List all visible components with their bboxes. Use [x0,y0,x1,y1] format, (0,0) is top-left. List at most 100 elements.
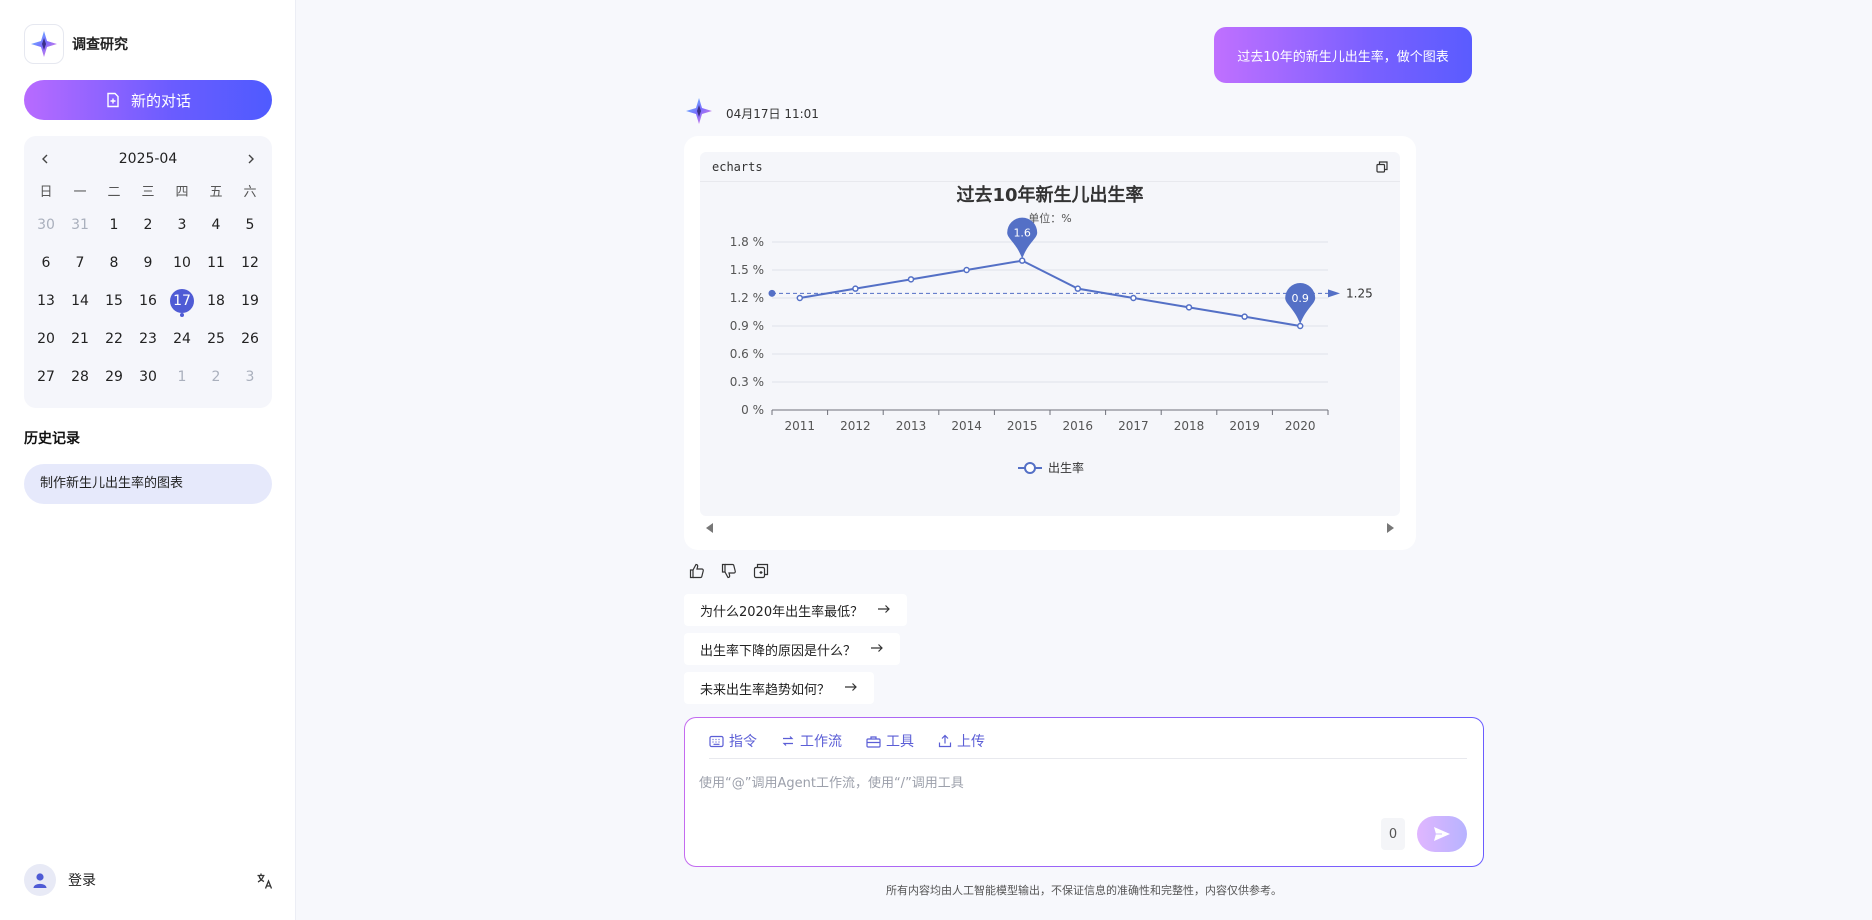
calendar-day-number: 1 [109,217,119,233]
calendar-day[interactable]: 18 [199,282,233,320]
tools-tool-button[interactable]: 工具 [866,731,914,751]
calendar-weekday: 三 [141,185,155,200]
calendar-day-number: 4 [211,217,221,233]
suggestion-chip[interactable]: 未来出生率趋势如何？ [684,672,875,704]
calendar-day[interactable]: 4 [199,206,233,244]
calendar-day-today[interactable]: 17 [165,282,199,320]
calendar-day[interactable]: 14 [63,282,97,320]
calendar-day[interactable]: 1 [97,206,131,244]
calendar-day[interactable]: 9 [131,244,165,282]
calendar-day-number: 7 [75,255,85,271]
horizontal-scroll [700,518,1400,538]
calendar-day[interactable]: 23 [131,320,165,358]
calendar-day[interactable]: 15 [97,282,131,320]
login-button[interactable]: 登录 [24,864,96,896]
workflow-tool-button[interactable]: 工作流 [781,731,842,751]
suggestion-chip[interactable]: 为什么2020年出生率最低？ [684,594,908,626]
calendar-day[interactable]: 26 [233,320,267,358]
calendar-day-number: 2 [211,369,221,385]
new-document-icon [105,92,121,108]
calendar-day[interactable]: 30 [29,206,63,244]
history-item[interactable]: 制作新生儿出生率的图表 [24,464,272,504]
calendar-day-number: 31 [71,217,89,233]
calendar-day[interactable]: 16 [131,282,165,320]
calendar-day-number: 15 [105,293,123,309]
calendar-day[interactable]: 3 [233,358,267,396]
calendar-day[interactable]: 1 [165,358,199,396]
y-tick-label: 1.2 % [730,291,764,305]
calendar-day[interactable]: 27 [29,358,63,396]
calendar-day[interactable]: 21 [63,320,97,358]
new-chat-button[interactable]: 新的对话 [24,80,272,120]
calendar-day[interactable]: 22 [97,320,131,358]
scroll-right-icon[interactable] [1382,520,1398,536]
y-tick-label: 0.3 % [730,375,764,389]
copy-icon[interactable] [1376,160,1388,173]
calendar-day[interactable]: 2 [131,206,165,244]
calendar-day[interactable]: 3 [165,206,199,244]
upload-tool-label: 上传 [957,734,985,750]
calendar-day[interactable]: 13 [29,282,63,320]
translate-icon[interactable] [256,872,274,890]
calendar-day-number: 27 [37,369,55,385]
thumbs-up-icon[interactable] [686,560,708,582]
calendar: 2025-04 日一二三四五六 30 31 1 2 3 4 5 6 7 8 9 10 11 12 13 14 15… [24,136,272,408]
calendar-day-number: 23 [139,331,157,347]
calendar-day[interactable]: 28 [63,358,97,396]
thumbs-down-icon[interactable] [718,560,740,582]
mark-line-arrow [1328,289,1340,298]
calendar-next-month-button[interactable] [240,148,262,170]
x-tick-label: 2011 [785,419,816,433]
calendar-day-number: 14 [71,293,89,309]
calendar-day[interactable]: 11 [199,244,233,282]
calendar-day[interactable]: 30 [131,358,165,396]
calendar-day[interactable]: 24 [165,320,199,358]
calendar-day-number: 6 [41,255,51,271]
calendar-day[interactable]: 5 [233,206,267,244]
calendar-day[interactable]: 7 [63,244,97,282]
chart-message-card: echarts 过去10年新生儿出生率 单位：% 0 % 0.3 % 0.6 % 0.9 … [684,136,1416,550]
calendar-day[interactable]: 2 [199,358,233,396]
calendar-day-number: 13 [37,293,55,309]
upload-tool-button[interactable]: 上传 [938,731,985,751]
message-input[interactable] [699,770,1459,796]
calendar-day[interactable]: 20 [29,320,63,358]
tools-tool-label: 工具 [886,734,914,750]
calendar-day-number: 8 [109,255,119,271]
suggestion-label: 为什么2020年出生率最低？ [700,604,864,620]
command-tool-button[interactable]: 指令 [709,731,757,751]
calendar-day[interactable]: 6 [29,244,63,282]
calendar-day[interactable]: 10 [165,244,199,282]
disclaimer: 所有内容均由人工智能模型输出，不保证信息的准确性和完整性，内容仅供参考。 [886,884,1282,897]
calendar-day[interactable]: 25 [199,320,233,358]
calendar-day[interactable]: 29 [97,358,131,396]
scroll-left-icon[interactable] [702,520,718,536]
composer-divider [709,758,1467,759]
avatar [24,864,56,896]
brand[interactable]: 调查研究 [24,24,128,64]
copy-message-icon[interactable] [750,560,772,582]
calendar-day[interactable]: 19 [233,282,267,320]
history-title: 历史记录 [24,431,80,447]
code-language-label: echarts [712,159,763,174]
suggestion-chip[interactable]: 出生率下降的原因是什么？ [684,633,901,665]
legend-label: 出生率 [1048,460,1084,475]
mark-line-label: 1.25 [1346,286,1373,300]
calendar-day-number: 18 [207,293,225,309]
x-tick-label: 2012 [840,419,871,433]
calendar-day[interactable]: 8 [97,244,131,282]
calendar-day[interactable]: 12 [233,244,267,282]
calendar-weekday: 日 [39,185,53,200]
calendar-weekday: 四 [175,185,189,200]
x-tick-label: 2015 [1007,419,1038,433]
calendar-weekday: 二 [107,185,121,200]
calendar-day-number: 3 [177,217,187,233]
calendar-prev-month-button[interactable] [34,148,56,170]
calendar-day[interactable]: 31 [63,206,97,244]
x-tick-label: 2013 [896,419,927,433]
calendar-weekday: 六 [243,185,257,200]
send-button[interactable] [1417,816,1467,852]
arrow-right-icon [844,681,858,696]
sidebar: 调查研究 新的对话 2025-04 日一二三四五六 30 31 1 2 3 4 5 6 7 8 9 10… [0,0,296,920]
x-tick-label: 2016 [1063,419,1094,433]
